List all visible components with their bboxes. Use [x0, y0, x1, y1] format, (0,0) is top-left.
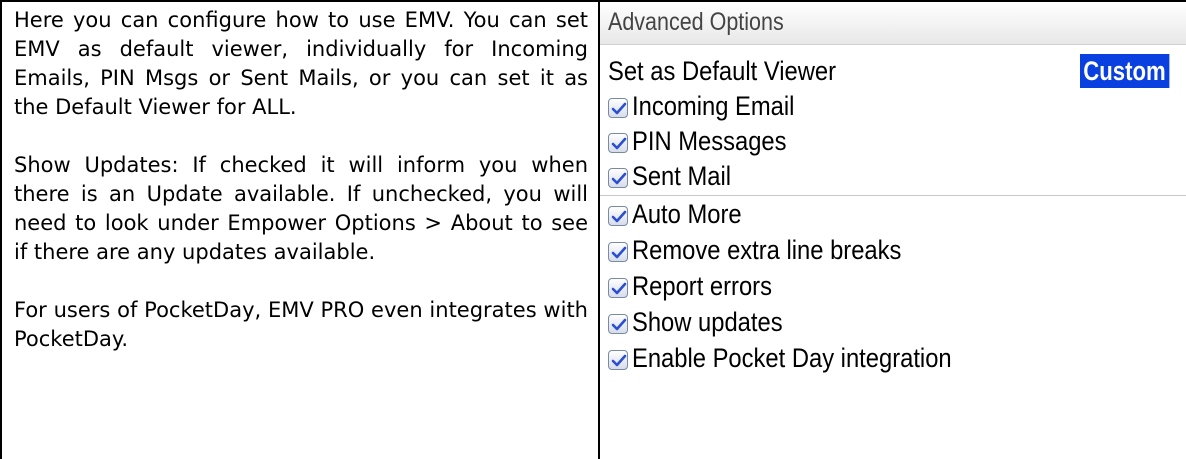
advanced-options-screen: Advanced Options Set as Default Viewer C… — [600, 2, 1186, 459]
checkbox-pin-messages[interactable]: PIN Messages — [608, 125, 1184, 161]
help-paragraph-pocketday: For users of PocketDay, EMV PRO even int… — [14, 298, 588, 351]
help-paragraph-configure: Here you can configure how to use EMV. Y… — [14, 8, 588, 119]
checkbox-pocket-day[interactable]: Enable Pocket Day integration — [608, 342, 1184, 378]
screen-title: Advanced Options — [608, 8, 784, 36]
checkbox-label: Enable Pocket Day integration — [632, 343, 952, 373]
checkbox-checked-icon[interactable] — [608, 350, 628, 370]
tutorial-figure: Here you can configure how to use EMV. Y… — [0, 0, 1186, 459]
checkbox-checked-icon[interactable] — [608, 98, 628, 118]
help-text: Here you can configure how to use EMV. Y… — [14, 6, 588, 354]
screen-title-bar: Advanced Options — [600, 2, 1186, 45]
checkbox-label: PIN Messages — [632, 126, 787, 156]
checkbox-label: Remove extra line breaks — [632, 235, 902, 265]
default-viewer-select[interactable]: Custom — [1080, 54, 1169, 88]
checkbox-label: Report errors — [632, 271, 772, 301]
checkbox-report-errors[interactable]: Report errors — [608, 270, 1184, 306]
checkbox-checked-icon[interactable] — [608, 242, 628, 262]
checkbox-sent-mail[interactable]: Sent Mail — [608, 160, 1184, 196]
left-border — [0, 0, 2, 459]
checkbox-checked-icon[interactable] — [608, 314, 628, 334]
checkbox-auto-more[interactable]: Auto More — [608, 198, 1184, 234]
checkbox-checked-icon[interactable] — [608, 278, 628, 298]
help-paragraph-updates: Show Updates: If checked it will inform … — [14, 153, 588, 264]
checkbox-label: Incoming Email — [632, 91, 795, 121]
default-viewer-row[interactable]: Set as Default Viewer Custom — [600, 54, 1186, 90]
checkbox-label: Auto More — [632, 199, 742, 229]
checkbox-incoming-email[interactable]: Incoming Email — [608, 90, 1184, 126]
checkbox-remove-line-breaks[interactable]: Remove extra line breaks — [608, 234, 1184, 270]
default-viewer-label: Set as Default Viewer — [608, 56, 837, 86]
checkbox-checked-icon[interactable] — [608, 168, 628, 188]
checkbox-label: Sent Mail — [632, 161, 732, 191]
checkbox-show-updates[interactable]: Show updates — [608, 306, 1184, 342]
checkbox-checked-icon[interactable] — [608, 133, 628, 153]
checkbox-checked-icon[interactable] — [608, 206, 628, 226]
section-divider — [600, 195, 1186, 196]
checkbox-label: Show updates — [632, 307, 783, 337]
